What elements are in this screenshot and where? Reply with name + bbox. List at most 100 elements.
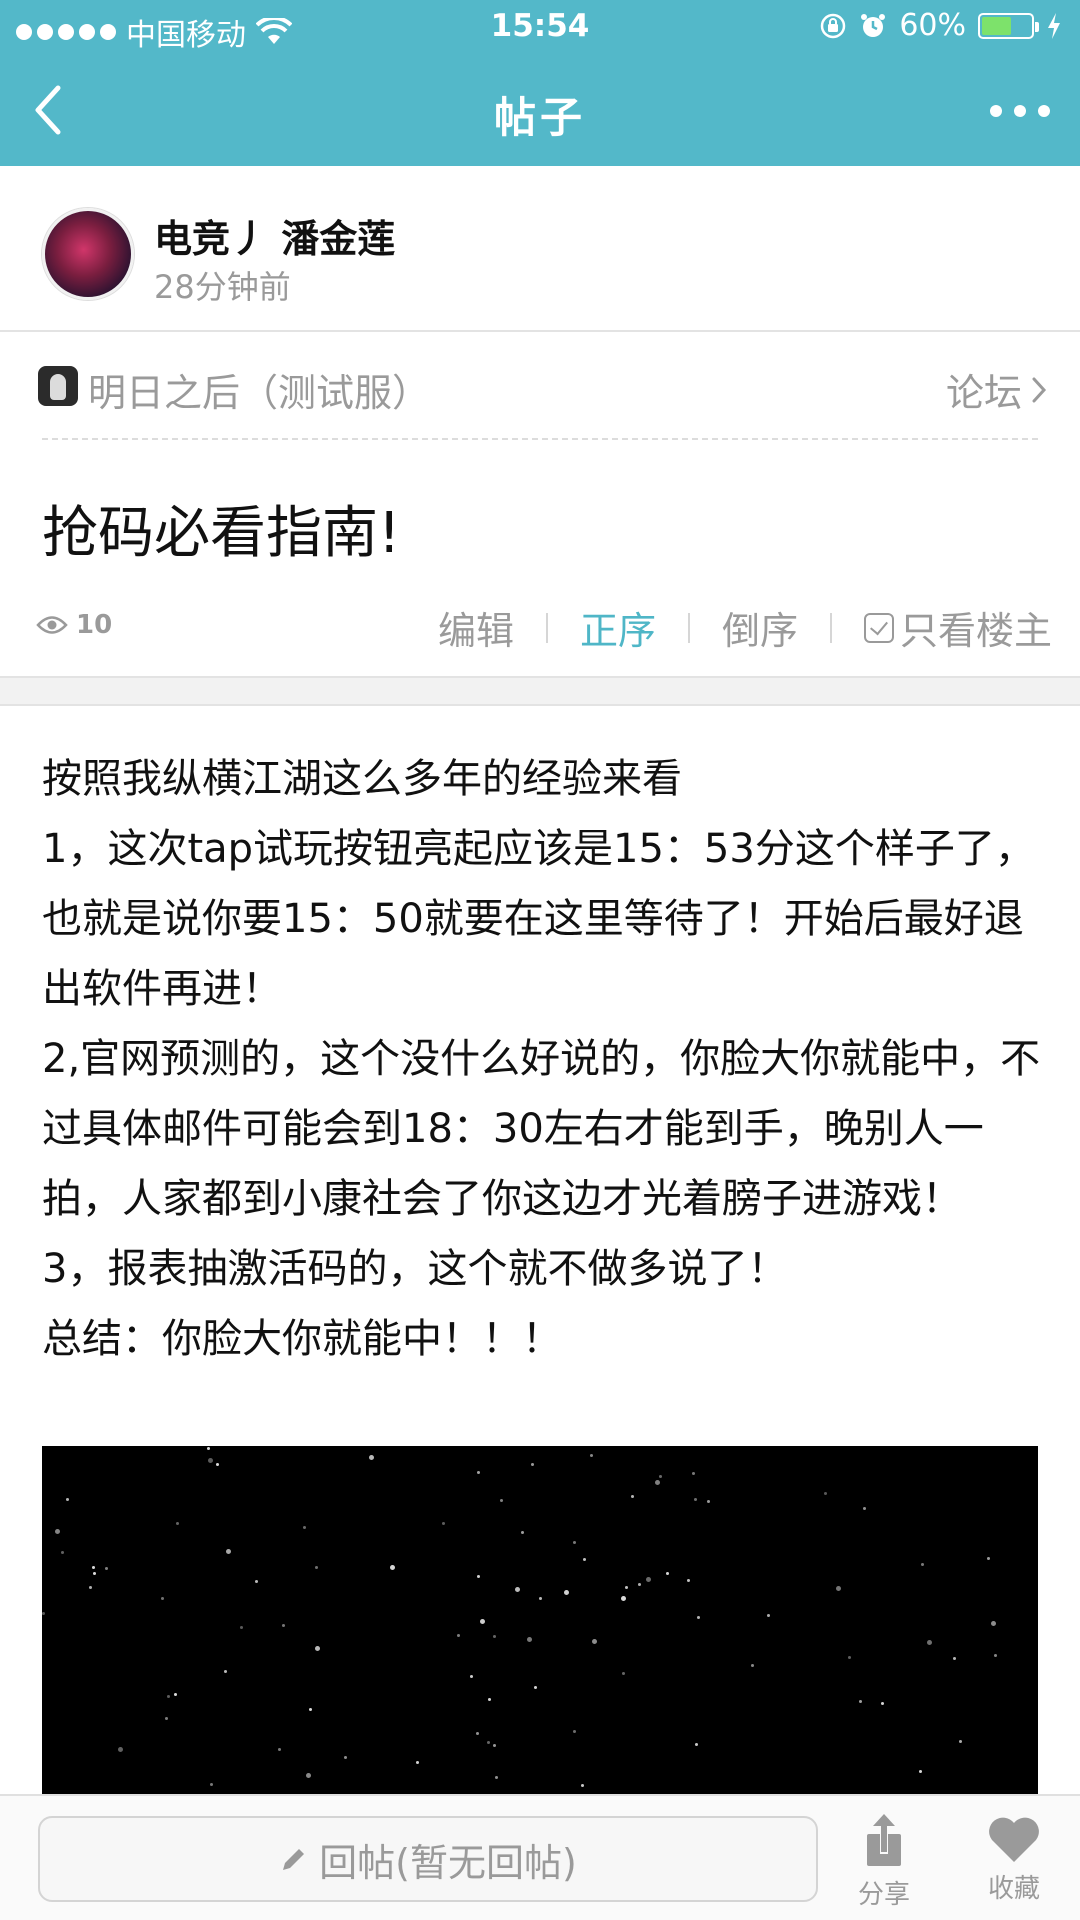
star-dot (564, 1590, 569, 1595)
forum-row[interactable]: 明日之后（测试服） 论坛 (0, 334, 1080, 438)
pencil-icon (283, 1849, 305, 1870)
star-dot (93, 1572, 96, 1575)
star-dot (527, 1637, 532, 1642)
star-dot (581, 1784, 584, 1787)
star-dot (118, 1747, 123, 1752)
author-section: 电竞丿 潘金莲 28分钟前 (0, 166, 1080, 332)
more-options-button[interactable] (990, 96, 1050, 126)
body-paragraph: 按照我纵横江湖这么多年的经验来看 (42, 756, 682, 802)
star-dot (583, 1558, 586, 1561)
star-dot (521, 1531, 524, 1534)
orientation-lock-icon (821, 13, 846, 38)
star-dot (61, 1551, 64, 1554)
star-dot (495, 1776, 498, 1779)
star-dot (859, 1700, 862, 1703)
share-button[interactable]: 分享 (834, 1814, 934, 1911)
order-asc-button[interactable]: 正序 (580, 600, 656, 655)
star-dot (477, 1575, 480, 1578)
star-dot (646, 1577, 651, 1582)
charging-icon (1048, 12, 1060, 39)
star-dot (824, 1492, 827, 1495)
star-dot (625, 1586, 628, 1589)
star-dot (493, 1744, 496, 1747)
star-dot (476, 1732, 479, 1735)
post-image[interactable] (42, 1446, 1038, 1794)
star-dot (994, 1654, 997, 1657)
section-divider (0, 676, 1080, 706)
star-dot (208, 1458, 213, 1463)
battery-percent: 60% (899, 8, 966, 43)
star-dot (534, 1686, 537, 1689)
body-paragraph: 总结：你脸大你就能中！！！ (42, 1316, 562, 1362)
star-dot (493, 1635, 496, 1638)
star-dot (470, 1675, 473, 1678)
star-dot (442, 1522, 445, 1525)
reply-placeholder: 回帖(暂无回帖) (319, 1840, 577, 1885)
star-dot (176, 1522, 179, 1525)
favorite-button[interactable]: 收藏 (964, 1814, 1064, 1905)
star-dot (216, 1463, 219, 1466)
more-dot-icon (1038, 105, 1050, 117)
star-dot (165, 1717, 168, 1720)
star-dot (315, 1646, 320, 1651)
battery-icon (978, 12, 1039, 39)
bottom-bar: 回帖(暂无回帖) 分享 收藏 (0, 1794, 1080, 1920)
star-dot (480, 1619, 485, 1624)
star-dot (987, 1557, 990, 1560)
share-label: 分享 (857, 1880, 910, 1910)
star-dot (621, 1596, 626, 1601)
more-dot-icon (1014, 105, 1026, 117)
view-count-value: 10 (76, 610, 113, 640)
star-dot (390, 1565, 395, 1570)
more-dot-icon (990, 105, 1002, 117)
forum-name: 明日之后（测试服） (88, 371, 431, 415)
star-dot (631, 1495, 634, 1498)
star-dot (174, 1693, 177, 1696)
order-desc-button[interactable]: 倒序 (722, 600, 798, 655)
star-dot (344, 1756, 347, 1759)
star-dot (573, 1730, 576, 1733)
star-dot (282, 1624, 285, 1627)
star-dot (226, 1549, 231, 1554)
star-dot (531, 1463, 534, 1466)
edit-button[interactable]: 编辑 (438, 600, 514, 655)
star-dot (622, 1672, 625, 1675)
star-dot (921, 1563, 924, 1566)
forum-link[interactable]: 论坛 (946, 362, 1048, 417)
star-dot (959, 1740, 962, 1743)
post-actions: 编辑 正序 倒序 只看楼主 (438, 600, 1052, 655)
author-avatar[interactable] (42, 208, 134, 300)
star-dot (848, 1656, 851, 1659)
star-dot (953, 1657, 956, 1660)
star-dot (306, 1773, 311, 1778)
heart-icon (989, 1817, 1039, 1862)
star-dot (89, 1586, 92, 1589)
star-dot (692, 1472, 695, 1475)
star-dot (309, 1708, 312, 1711)
star-dot (161, 1597, 164, 1600)
body-paragraph: 3，报表抽激活码的，这个就不做多说了！ (42, 1246, 788, 1292)
view-count: 10 (36, 610, 112, 640)
star-dot (539, 1597, 542, 1600)
page-title: 帖子 (493, 93, 586, 142)
reply-input[interactable]: 回帖(暂无回帖) (38, 1816, 818, 1902)
only-author-toggle[interactable]: 只看楼主 (863, 600, 1052, 655)
forum-link-label: 论坛 (945, 371, 1022, 415)
star-dot (687, 1579, 690, 1582)
post-time: 28分钟前 (154, 268, 291, 306)
star-dot (659, 1475, 662, 1478)
star-dot (515, 1587, 520, 1592)
share-icon (867, 1814, 901, 1866)
star-dot (105, 1567, 108, 1570)
author-name[interactable]: 电竞丿 潘金莲 (154, 208, 395, 263)
star-dot (369, 1455, 374, 1460)
star-dot (863, 1507, 866, 1510)
star-dot (573, 1541, 576, 1544)
star-dot (42, 1612, 45, 1615)
eye-icon (36, 616, 68, 634)
body-paragraph: 2,官网预测的，这个没什么好说的，你脸大你就能中，不过具体邮件可能会到18：30… (42, 1036, 1041, 1222)
favorite-label: 收藏 (987, 1874, 1040, 1904)
chevron-right-icon (1032, 377, 1047, 402)
star-dot (927, 1640, 932, 1645)
checkbox-icon (863, 612, 894, 643)
